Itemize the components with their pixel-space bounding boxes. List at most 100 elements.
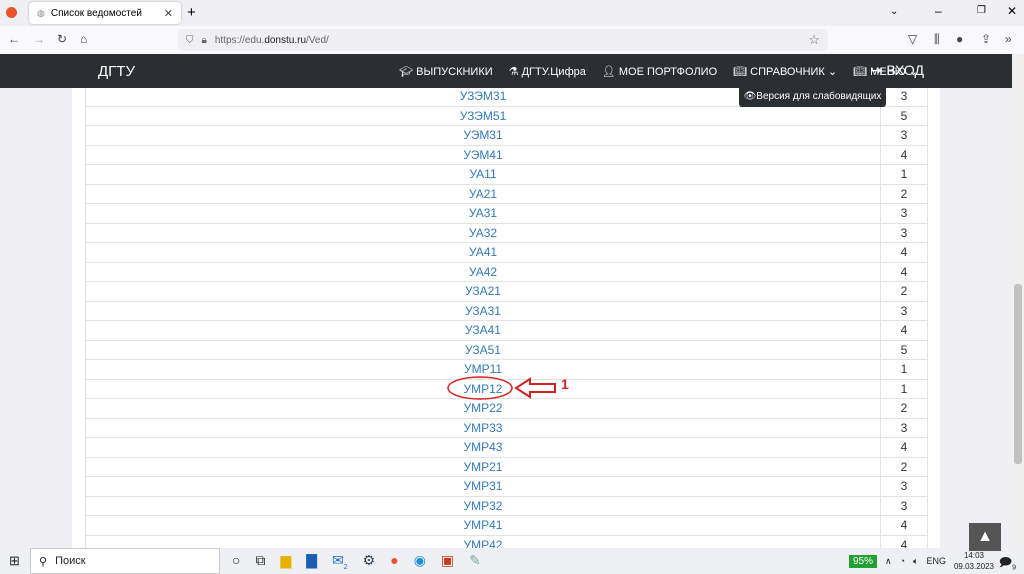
scrollbar-thumb[interactable] xyxy=(1014,284,1022,464)
site-header: ДГТУ 🎓︎ ВЫПУСКНИКИ ⚗︎ ДГТУ.Цифра 👤︎ МОЕ … xyxy=(0,54,1012,88)
course-cell: 2 xyxy=(880,281,928,302)
menu-reference[interactable]: 📖︎ СПРАВОЧНИК ⌄ xyxy=(733,65,837,78)
group-link[interactable]: УА31 xyxy=(85,203,881,224)
back-icon[interactable]: ← xyxy=(8,32,20,46)
new-tab-button[interactable]: + xyxy=(187,4,196,21)
forward-icon[interactable]: → xyxy=(33,32,45,46)
group-link[interactable]: УЗА51 xyxy=(85,339,881,360)
course-cell: 3 xyxy=(880,88,928,107)
group-link[interactable]: УЗА31 xyxy=(85,300,881,321)
course-cell: 3 xyxy=(880,125,928,146)
group-link[interactable]: УМР21 xyxy=(85,456,881,477)
group-link[interactable]: УЭМ41 xyxy=(85,144,881,165)
menu-portfolio[interactable]: 👤︎ МОЕ ПОРТФОЛИО xyxy=(602,65,717,78)
powerpoint-icon[interactable]: ▣ xyxy=(441,552,454,571)
tab-list-icon[interactable]: ⌄ xyxy=(890,6,898,17)
url-domain: donstu.ru xyxy=(264,34,307,46)
course-cell: 3 xyxy=(880,417,928,438)
lock-icon: 🔒︎ xyxy=(201,34,207,46)
share-icon[interactable]: ⇪ xyxy=(981,32,991,46)
course-cell: 3 xyxy=(880,476,928,497)
windows-start-icon[interactable]: ⊞ xyxy=(9,553,20,569)
accessibility-version-button[interactable]: 👁︎ Версия для слабовидящих xyxy=(739,86,886,107)
clock[interactable]: 14:03 09.03.2023 xyxy=(954,550,994,572)
course-cell: 3 xyxy=(880,300,928,321)
group-link[interactable]: УМР33 xyxy=(85,417,881,438)
nav-toolbar: ← → ↻ ⌂ ⛉ 🔒︎ https://edu.donstu.ru/Ved/ … xyxy=(0,26,1024,54)
restore-button[interactable]: ❐ xyxy=(977,5,986,16)
search-placeholder: Поиск xyxy=(55,555,86,567)
home-icon[interactable]: ⌂ xyxy=(80,32,87,46)
taskbar-search[interactable]: ⚲ Поиск xyxy=(30,548,220,574)
store-icon[interactable]: ▇ xyxy=(306,552,317,571)
group-link[interactable]: УЗА21 xyxy=(85,281,881,302)
group-link[interactable]: УЭМ31 xyxy=(85,125,881,146)
table-row: УЭМ41 4 xyxy=(85,144,928,165)
table-row: УА42 4 xyxy=(85,261,928,282)
tab-bar: ◍ Список ведомостей ✕ + ⌄ – ❐ ✕ xyxy=(0,0,1024,26)
scroll-to-top-button[interactable]: ▲ xyxy=(969,523,1001,551)
file-explorer-icon[interactable]: ▆ xyxy=(280,552,291,571)
tab-active[interactable]: ◍ Список ведомостей ✕ xyxy=(29,2,181,24)
group-link[interactable]: УЗЭМ51 xyxy=(85,105,881,126)
library-icon[interactable]: ⫼ xyxy=(934,32,940,47)
menu-graduates[interactable]: 🎓︎ ВЫПУСКНИКИ xyxy=(399,65,493,78)
group-link[interactable]: УМР31 xyxy=(85,476,881,497)
notifications-icon[interactable]: 🗩︎9 xyxy=(999,553,1016,574)
table-row: УА32 3 xyxy=(85,222,928,243)
overflow-menu-icon[interactable]: » xyxy=(1005,32,1012,46)
cortana-icon[interactable]: ○ xyxy=(232,552,240,571)
table-row: УА21 2 xyxy=(85,183,928,204)
scrollbar[interactable] xyxy=(1012,54,1024,548)
table-row: УМР22 2 xyxy=(85,398,928,419)
group-link[interactable]: УМР43 xyxy=(85,437,881,458)
minimize-button[interactable]: – xyxy=(935,4,942,18)
group-link[interactable]: УМР32 xyxy=(85,495,881,516)
mail-icon[interactable]: ✉2 xyxy=(332,552,348,571)
pocket-icon[interactable]: ▽ xyxy=(908,32,917,46)
reload-icon[interactable]: ↻ xyxy=(57,32,67,46)
volume-icon[interactable]: 🔈︎ xyxy=(913,556,918,567)
taskbar: ⊞ ⚲ Поиск ○ ⧉ ▆ ▇ ✉2 ⚙ ● ◉ ▣ ✎ 95% ∧ ◔ 🔈︎… xyxy=(0,548,1024,574)
close-window-button[interactable]: ✕ xyxy=(1007,4,1017,18)
group-link[interactable]: УЗА41 xyxy=(85,320,881,341)
group-link[interactable]: УМР22 xyxy=(85,398,881,419)
app-icon[interactable]: ⚙ xyxy=(363,552,376,571)
login-button[interactable]: ⇥ ВХОД xyxy=(871,62,924,79)
site-brand[interactable]: ДГТУ xyxy=(98,63,135,80)
group-link[interactable]: УА32 xyxy=(85,222,881,243)
course-cell: 3 xyxy=(880,495,928,516)
url-bar[interactable]: ⛉ 🔒︎ https://edu.donstu.ru/Ved/ ☆ xyxy=(178,29,828,51)
group-link[interactable]: УА42 xyxy=(85,261,881,282)
table-row: УМР43 4 xyxy=(85,437,928,458)
extension-icon[interactable]: ● xyxy=(956,32,963,46)
tray-chevron-icon[interactable]: ∧ xyxy=(885,556,892,567)
group-link[interactable]: УМР11 xyxy=(85,359,881,380)
battery-indicator[interactable]: 95% xyxy=(848,554,877,568)
table-row: УМР41 4 xyxy=(85,515,928,536)
close-tab-icon[interactable]: ✕ xyxy=(164,7,173,20)
course-cell: 4 xyxy=(880,144,928,165)
edge-icon[interactable]: ◉ xyxy=(414,552,426,571)
system-tray: 95% ∧ ◔ 🔈︎ ENG 14:03 09.03.2023 xyxy=(848,548,994,574)
table-row: УМР31 3 xyxy=(85,476,928,497)
menu-digital[interactable]: ⚗︎ ДГТУ.Цифра xyxy=(509,65,586,78)
paint-icon[interactable]: ✎ xyxy=(469,552,481,571)
network-icon[interactable]: ◔ xyxy=(900,556,905,566)
course-cell: 1 xyxy=(880,378,928,399)
group-link[interactable]: УА21 xyxy=(85,183,881,204)
group-link[interactable]: УА41 xyxy=(85,242,881,263)
firefox-taskbar-icon[interactable]: ● xyxy=(390,552,398,571)
shield-icon: ⛉ xyxy=(186,34,194,46)
group-link[interactable]: УА11 xyxy=(85,164,881,185)
table-row: УЗА51 5 xyxy=(85,339,928,360)
group-link[interactable]: УМР41 xyxy=(85,515,881,536)
group-link[interactable]: УМР12 xyxy=(85,378,881,399)
language-indicator[interactable]: ENG xyxy=(926,556,946,566)
bookmark-star-icon[interactable]: ☆ xyxy=(808,32,820,48)
table-row: УМР32 3 xyxy=(85,495,928,516)
table-row: УМР33 3 xyxy=(85,417,928,438)
table-row: УЗЭМ51 5 xyxy=(85,105,928,126)
task-view-icon[interactable]: ⧉ xyxy=(255,552,265,571)
group-link[interactable]: УМР42 xyxy=(85,534,881,548)
